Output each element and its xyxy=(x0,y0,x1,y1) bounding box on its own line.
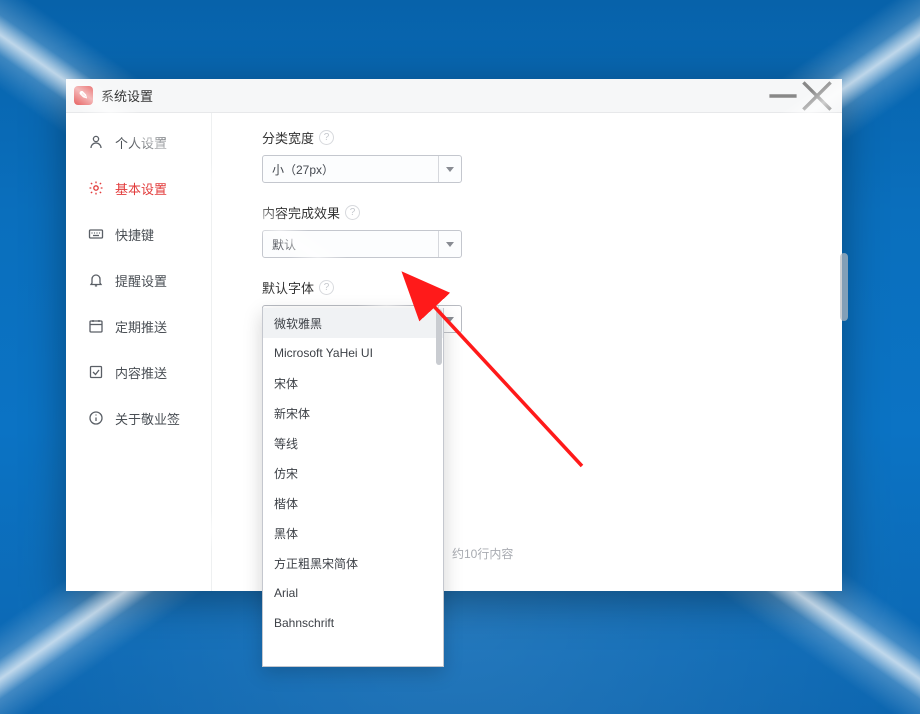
sidebar-item-schedule[interactable]: 定期推送 xyxy=(66,303,211,349)
font-option[interactable]: Bahnschrift xyxy=(263,608,443,638)
info-icon xyxy=(88,410,104,426)
gear-icon xyxy=(88,180,104,196)
titlebar: ✎ 系统设置 xyxy=(66,79,842,113)
sidebar-item-shortcut[interactable]: 快捷键 xyxy=(66,211,211,257)
font-option[interactable]: 方正粗黑宋简体 xyxy=(263,548,443,578)
select-value: 默认 xyxy=(272,236,296,253)
user-icon xyxy=(88,134,104,150)
help-icon[interactable]: ? xyxy=(319,280,334,295)
field-done-effect: 内容完成效果 ? 默认 xyxy=(262,203,822,258)
font-option[interactable]: Arial xyxy=(263,578,443,608)
field-label: 默认字体 ? xyxy=(262,278,822,297)
sidebar-item-label: 定期推送 xyxy=(115,317,167,336)
help-icon[interactable]: ? xyxy=(345,205,360,220)
font-option[interactable]: 新宋体 xyxy=(263,398,443,428)
desktop-background: ✎ 系统设置 个人设置 xyxy=(0,0,920,714)
keyboard-icon xyxy=(88,226,104,242)
sidebar-item-label: 提醒设置 xyxy=(115,271,167,290)
sidebar-item-remind[interactable]: 提醒设置 xyxy=(66,257,211,303)
label-text: 默认字体 xyxy=(262,278,314,297)
chevron-down-icon xyxy=(438,231,461,257)
select-value: 小（27px） xyxy=(272,161,334,178)
app-icon: ✎ xyxy=(74,86,93,105)
chevron-down-icon xyxy=(438,156,461,182)
label-text: 分类宽度 xyxy=(262,128,314,147)
field-label: 内容完成效果 ? xyxy=(262,203,822,222)
sidebar-item-about[interactable]: 关于敬业签 xyxy=(66,395,211,441)
sidebar: 个人设置 基本设置 快捷键 xyxy=(66,113,212,591)
bell-icon xyxy=(88,272,104,288)
done-effect-select[interactable]: 默认 xyxy=(262,230,462,258)
font-option[interactable]: 仿宋 xyxy=(263,458,443,488)
font-option[interactable]: 宋体 xyxy=(263,368,443,398)
window-body: 个人设置 基本设置 快捷键 xyxy=(66,113,842,591)
sidebar-item-label: 基本设置 xyxy=(115,179,167,198)
font-option[interactable]: 黑体 xyxy=(263,518,443,548)
settings-window: ✎ 系统设置 个人设置 xyxy=(66,79,842,591)
sidebar-item-content[interactable]: 内容推送 xyxy=(66,349,211,395)
minimize-button[interactable] xyxy=(766,79,800,112)
row-hint-text: 约10行内容 xyxy=(452,545,513,562)
sidebar-item-label: 个人设置 xyxy=(115,133,167,152)
dropdown-scrollbar[interactable] xyxy=(436,309,442,365)
field-category-width: 分类宽度 ? 小（27px） xyxy=(262,128,822,183)
window-title: 系统设置 xyxy=(101,86,766,105)
default-font-dropdown[interactable]: 微软雅黑Microsoft YaHei UI宋体新宋体等线仿宋楷体黑体方正粗黑宋… xyxy=(262,308,444,667)
calendar-icon xyxy=(88,318,104,334)
sidebar-item-personal[interactable]: 个人设置 xyxy=(66,119,211,165)
category-width-select[interactable]: 小（27px） xyxy=(262,155,462,183)
close-button[interactable] xyxy=(800,79,834,112)
sidebar-item-label: 快捷键 xyxy=(115,225,154,244)
sidebar-item-basic[interactable]: 基本设置 xyxy=(66,165,211,211)
font-option[interactable]: Microsoft YaHei UI xyxy=(263,338,443,368)
font-option[interactable]: 微软雅黑 xyxy=(263,308,443,338)
window-scrollbar[interactable] xyxy=(840,253,848,321)
push-icon xyxy=(88,364,104,380)
field-label: 分类宽度 ? xyxy=(262,128,822,147)
sidebar-item-label: 关于敬业签 xyxy=(115,409,180,428)
font-option[interactable]: 等线 xyxy=(263,428,443,458)
help-icon[interactable]: ? xyxy=(319,130,334,145)
font-option[interactable]: 楷体 xyxy=(263,488,443,518)
sidebar-item-label: 内容推送 xyxy=(115,363,167,382)
label-text: 内容完成效果 xyxy=(262,203,340,222)
